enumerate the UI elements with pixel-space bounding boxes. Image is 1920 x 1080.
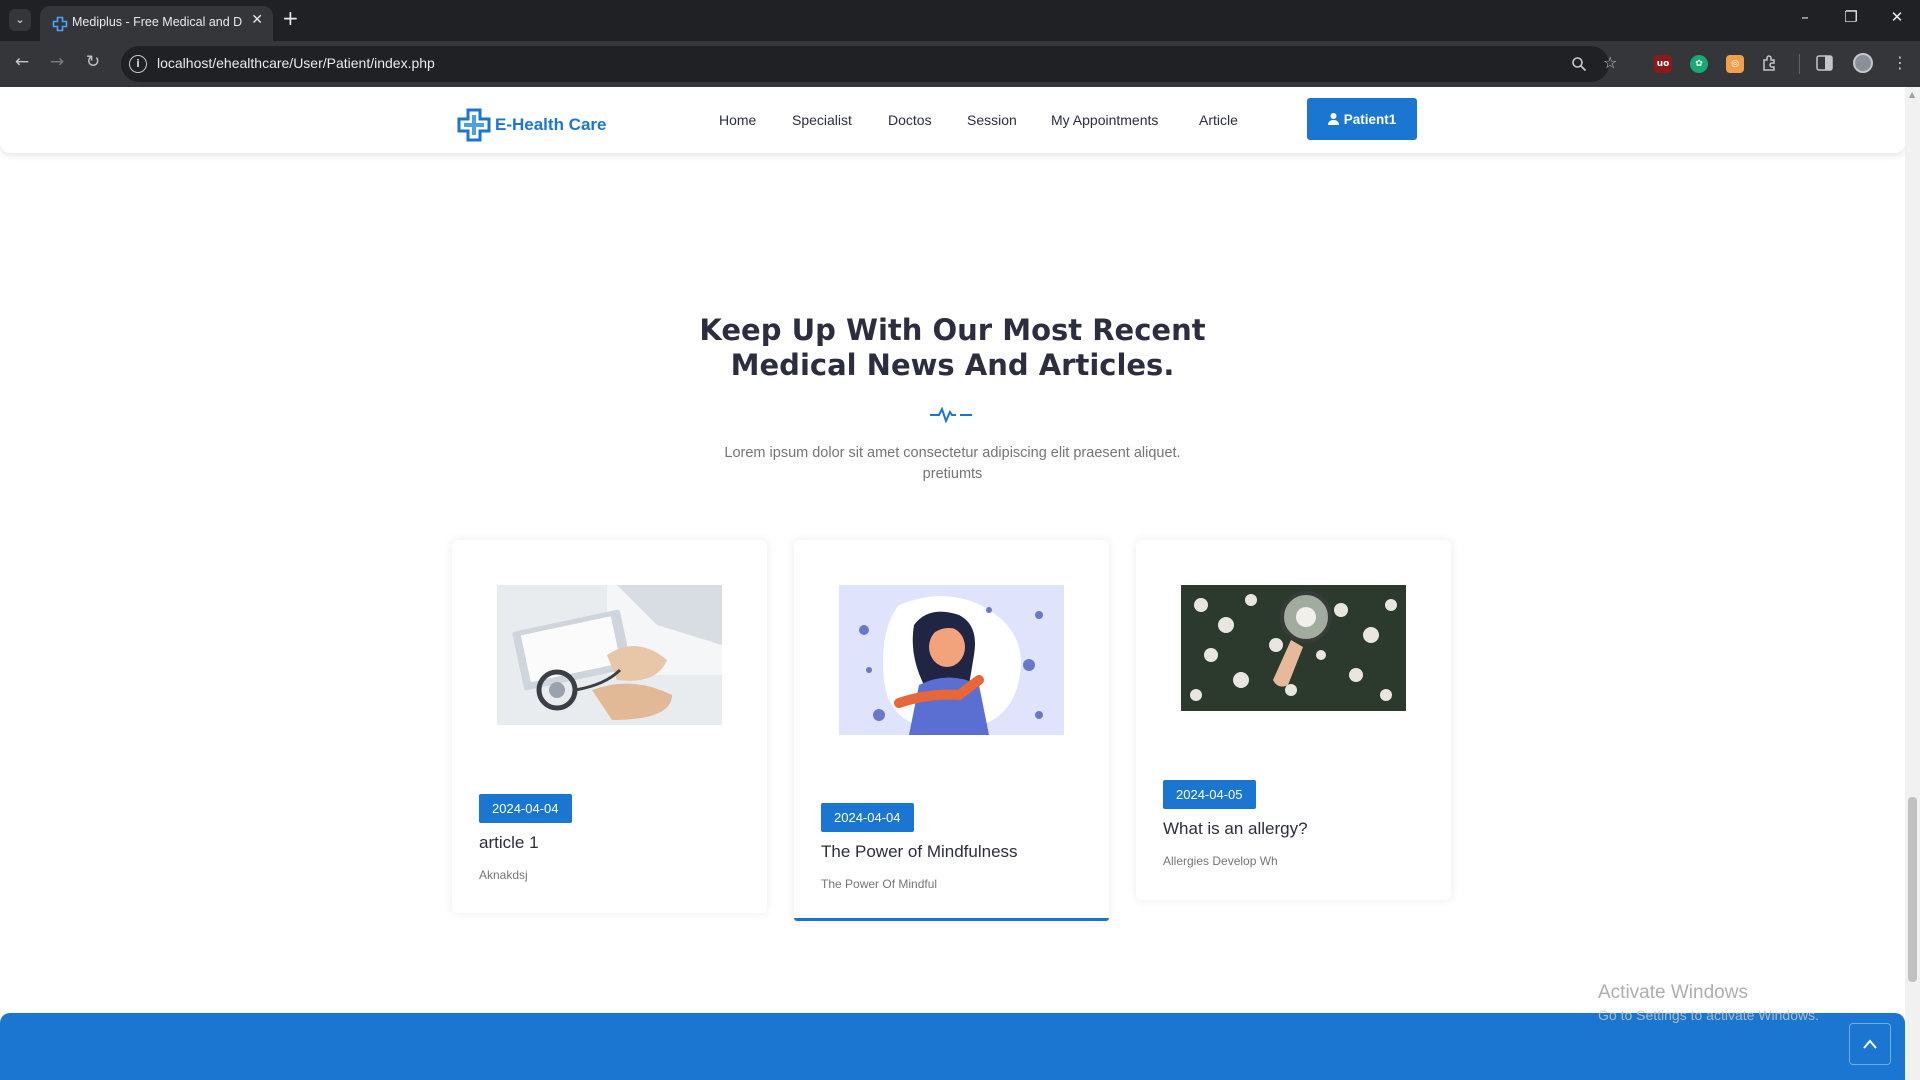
- medical-cross-logo-icon: [457, 108, 491, 142]
- user-button-label: Patient1: [1343, 111, 1397, 127]
- site-footer: [0, 1013, 1905, 1080]
- toolbar-divider: [1799, 54, 1800, 74]
- article-excerpt: Allergies Develop Wh: [1163, 854, 1278, 868]
- doctor-clipboard-photo: [497, 585, 722, 725]
- user-account-button[interactable]: Patient1: [1307, 98, 1417, 140]
- flowers-magnifier-photo: [1181, 585, 1406, 711]
- tab-title: Mediplus - Free Medical and D: [72, 15, 242, 29]
- heartbeat-divider-icon: [930, 407, 972, 423]
- nav-session[interactable]: Session: [967, 112, 1017, 128]
- section-subtitle: Lorem ipsum dolor sit amet consectetur a…: [0, 443, 1905, 485]
- page-scrollbar[interactable]: ▲: [1905, 87, 1920, 1080]
- section-subtitle-line2: pretiumts: [922, 466, 983, 482]
- article-card[interactable]: 2024-04-04 article 1 Aknakdsj: [452, 540, 767, 913]
- section-title-line2: Medical News And Articles.: [730, 348, 1175, 382]
- card-active-underline: [794, 918, 1109, 921]
- url-text: localhost/ehealthcare/User/Patient/index…: [157, 55, 435, 71]
- forward-icon[interactable]: →: [45, 52, 69, 72]
- section-title: Keep Up With Our Most Recent Medical New…: [0, 313, 1905, 383]
- page-viewport: E-Health Care Home Specialist Doctos Ses…: [0, 87, 1905, 1080]
- extensions-puzzle-icon[interactable]: [1761, 54, 1779, 72]
- user-icon: [1327, 113, 1339, 125]
- chevron-up-icon: [1863, 1039, 1877, 1049]
- site-info-icon[interactable]: i: [129, 55, 147, 73]
- bookmark-star-icon[interactable]: ☆: [1603, 53, 1617, 72]
- menu-kebab-icon[interactable]: ⋮: [1892, 53, 1908, 72]
- browser-tab[interactable]: Mediplus - Free Medical and D ✕: [40, 6, 273, 41]
- nav-doctors[interactable]: Doctos: [888, 112, 932, 128]
- chatgpt-extension-icon[interactable]: ✿: [1690, 55, 1708, 73]
- article-card[interactable]: 2024-04-04 The Power of Mindfulness The …: [794, 540, 1109, 921]
- ublock-extension-icon[interactable]: uo: [1654, 55, 1672, 73]
- side-panel-icon[interactable]: [1816, 55, 1833, 71]
- nav-specialist[interactable]: Specialist: [792, 112, 852, 128]
- article-title[interactable]: The Power of Mindfulness: [821, 842, 1018, 862]
- woman-illustration: [839, 585, 1064, 735]
- back-icon[interactable]: ←: [10, 52, 34, 72]
- article-excerpt: The Power Of Mindful: [821, 877, 938, 891]
- new-tab-icon[interactable]: +: [282, 6, 299, 30]
- scroll-up-arrow-icon[interactable]: ▲: [1909, 90, 1915, 99]
- nav-my-appointments[interactable]: My Appointments: [1051, 112, 1158, 128]
- article-excerpt: Aknakdsj: [479, 868, 528, 882]
- reload-icon[interactable]: ↻: [81, 52, 105, 72]
- site-logo[interactable]: E-Health Care: [457, 108, 606, 142]
- zoom-icon[interactable]: [1571, 56, 1587, 72]
- minimize-icon[interactable]: –: [1790, 8, 1820, 26]
- section-title-line1: Keep Up With Our Most Recent: [699, 313, 1206, 347]
- scrollbar-thumb[interactable]: [1908, 797, 1917, 982]
- browser-toolbar: ← → ↻ i localhost/ehealthcare/User/Patie…: [0, 41, 1920, 87]
- site-header: E-Health Care Home Specialist Doctos Ses…: [0, 87, 1905, 153]
- nav-home[interactable]: Home: [719, 112, 756, 128]
- activate-windows-subtitle: Go to Settings to activate Windows.: [1598, 1007, 1819, 1023]
- logo-text: E-Health Care: [495, 115, 607, 134]
- medical-cross-icon: [52, 16, 68, 32]
- profile-avatar[interactable]: [1853, 53, 1873, 73]
- article-title[interactable]: article 1: [479, 833, 539, 853]
- article-card[interactable]: 2024-04-05 What is an allergy? Allergies…: [1136, 540, 1451, 900]
- article-date-badge: 2024-04-04: [821, 803, 914, 832]
- address-bar[interactable]: i localhost/ehealthcare/User/Patient/ind…: [121, 46, 1617, 82]
- restore-icon[interactable]: ❐: [1836, 8, 1866, 26]
- activate-windows-title: Activate Windows: [1598, 982, 1748, 1003]
- close-window-icon[interactable]: ✕: [1882, 8, 1912, 26]
- section-subtitle-line1: Lorem ipsum dolor sit amet consectetur a…: [724, 445, 1181, 461]
- nav-article[interactable]: Article: [1199, 112, 1238, 128]
- article-date-badge: 2024-04-05: [1163, 780, 1256, 809]
- browser-tabbar: ⌄ Mediplus - Free Medical and D ✕ + – ❐ …: [0, 0, 1920, 41]
- article-date-badge: 2024-04-04: [479, 794, 572, 823]
- scroll-to-top-button[interactable]: [1849, 1023, 1891, 1065]
- close-tab-icon[interactable]: ✕: [251, 12, 263, 28]
- tab-search-icon[interactable]: ⌄: [9, 9, 31, 31]
- extension-icon[interactable]: ◎: [1726, 55, 1744, 73]
- article-title[interactable]: What is an allergy?: [1163, 819, 1308, 839]
